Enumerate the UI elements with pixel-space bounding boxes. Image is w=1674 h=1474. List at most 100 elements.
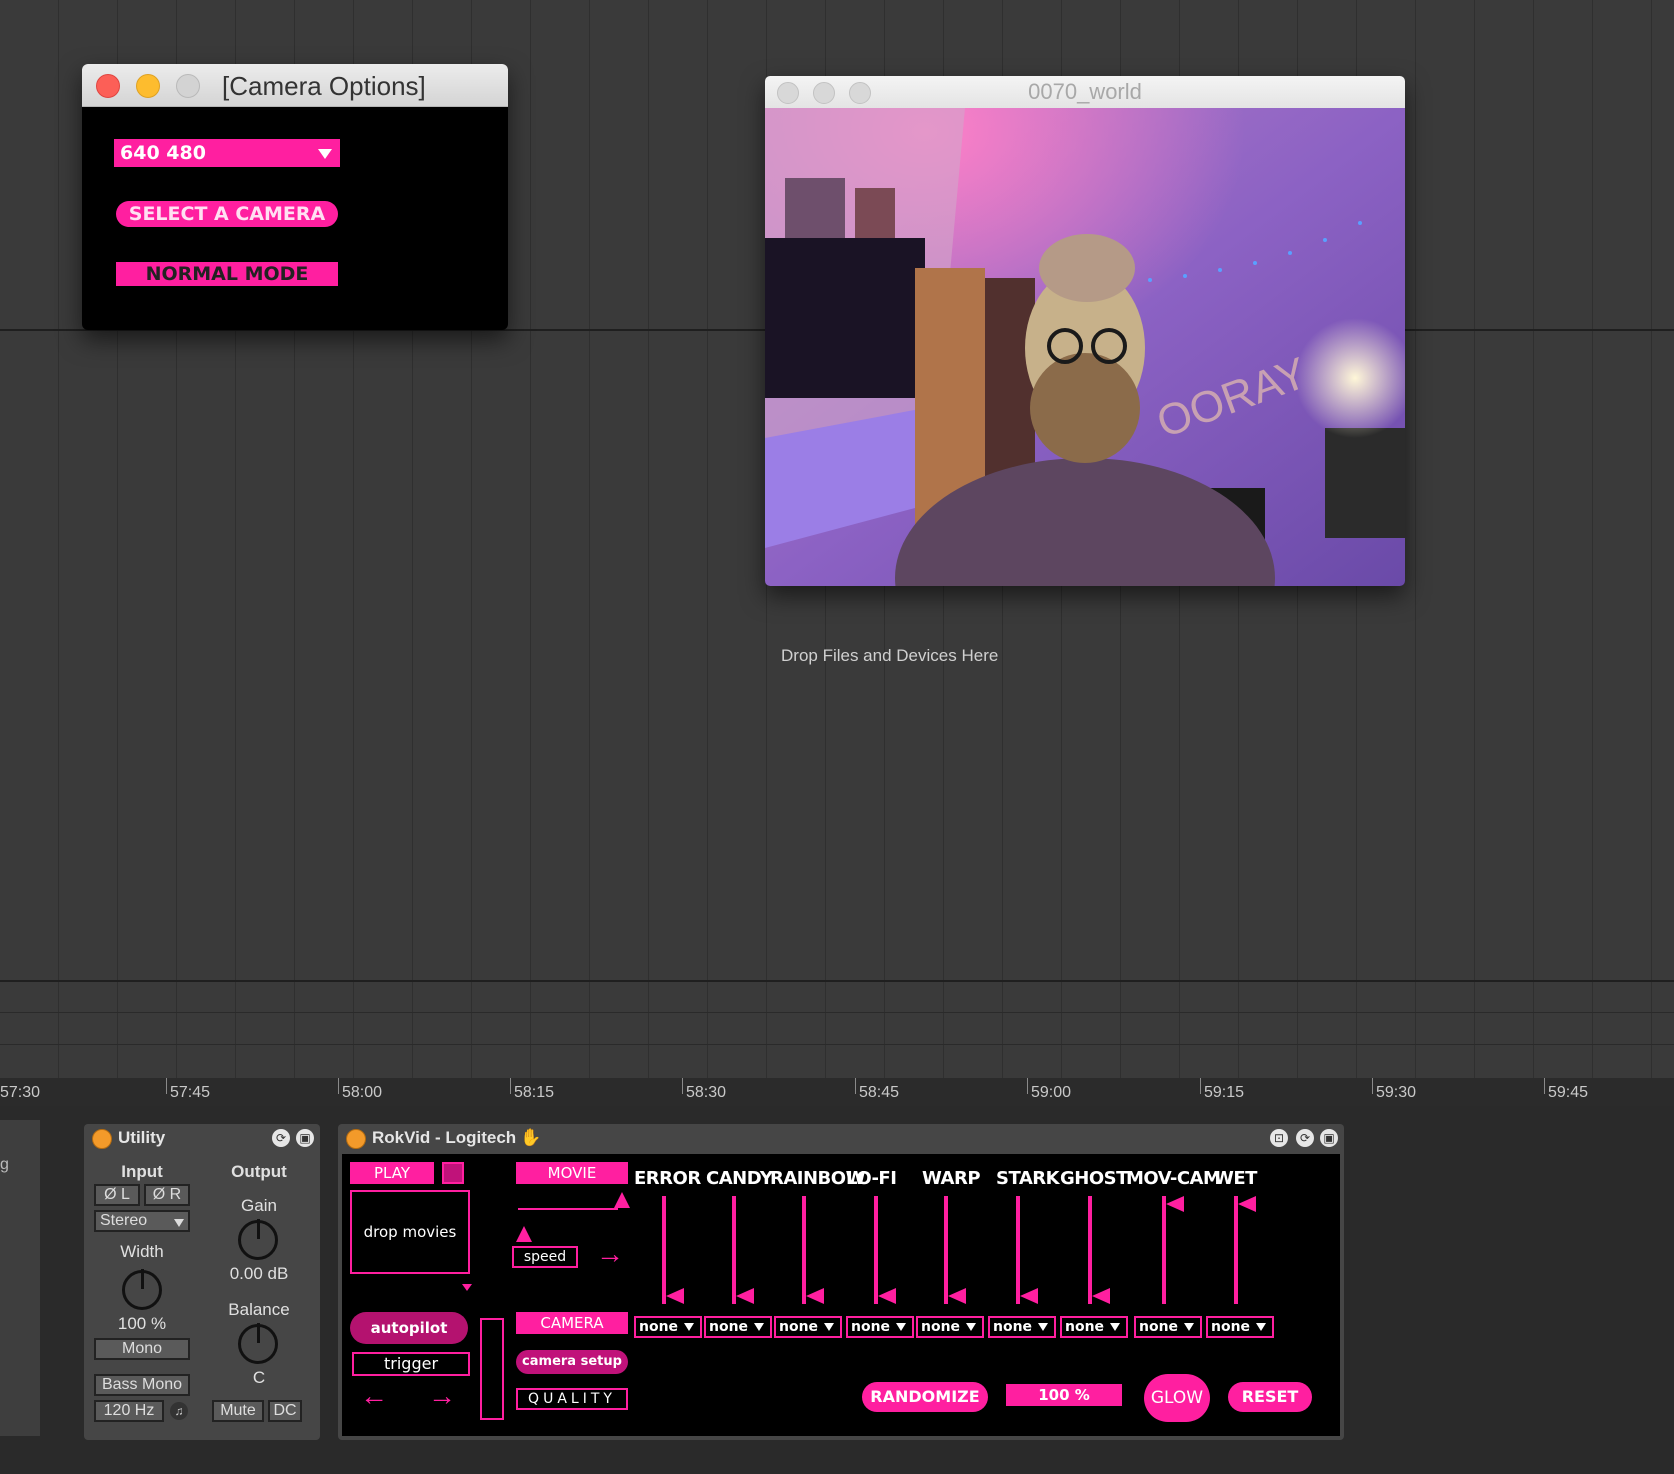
mute-toggle[interactable]: Mute xyxy=(212,1400,264,1422)
stop-button[interactable] xyxy=(442,1162,464,1184)
gain-knob[interactable] xyxy=(238,1219,278,1260)
effect-mod-dropdown[interactable]: none xyxy=(634,1316,702,1338)
autopilot-button[interactable]: autopilot xyxy=(350,1312,468,1344)
slider-handle-icon[interactable] xyxy=(736,1288,754,1304)
chevron-down-icon[interactable] xyxy=(462,1284,472,1291)
channel-mode-dropdown[interactable]: Stereo xyxy=(94,1210,190,1232)
device-on-toggle[interactable] xyxy=(346,1129,366,1149)
width-label: Width xyxy=(120,1242,164,1261)
randomize-button[interactable]: RANDOMIZE xyxy=(862,1382,988,1412)
chevron-down-icon xyxy=(174,1219,184,1227)
effect-slider[interactable] xyxy=(1088,1196,1118,1304)
device-on-toggle[interactable] xyxy=(92,1129,112,1149)
ruler-label: 59:00 xyxy=(1031,1084,1072,1101)
ruler-tick xyxy=(682,1078,683,1094)
effect-mod-dropdown[interactable]: none xyxy=(774,1316,842,1338)
effect-slider[interactable] xyxy=(802,1196,832,1304)
select-camera-button[interactable]: SELECT A CAMERA xyxy=(116,201,338,227)
save-preset-icon[interactable]: ▣ xyxy=(1320,1129,1338,1147)
effect-slider[interactable] xyxy=(944,1196,974,1304)
phase-left-toggle[interactable]: Ø L xyxy=(94,1184,140,1206)
play-button[interactable]: PLAY xyxy=(350,1162,434,1184)
effect-label: WARP xyxy=(922,1168,981,1189)
reset-button[interactable]: RESET xyxy=(1228,1382,1312,1412)
phase-right-toggle[interactable]: Ø R xyxy=(144,1184,190,1206)
effect-mod-dropdown[interactable]: none xyxy=(1206,1316,1274,1338)
mix-amount-slider[interactable]: 100 % xyxy=(1006,1384,1122,1406)
fader-slider[interactable] xyxy=(480,1318,504,1420)
normal-mode-button[interactable]: NORMAL MODE xyxy=(116,262,338,286)
previous-device[interactable]: g xyxy=(0,1120,40,1436)
resolution-dropdown[interactable]: 640 480 xyxy=(114,139,340,167)
expand-icon[interactable]: ⊡ xyxy=(1270,1129,1288,1147)
bass-freq-field[interactable]: 120 Hz xyxy=(94,1400,164,1422)
minimize-icon[interactable] xyxy=(136,74,160,98)
gain-label: Gain xyxy=(241,1196,277,1215)
slider-handle-icon[interactable] xyxy=(666,1288,684,1304)
ruler-tick xyxy=(338,1078,339,1094)
dc-toggle[interactable]: DC xyxy=(268,1400,302,1422)
effect-slider[interactable] xyxy=(1162,1196,1192,1304)
chevron-down-icon xyxy=(1256,1323,1266,1331)
timeline-ruler[interactable]: 57:30 57:45 58:00 58:15 58:30 58:45 59:0… xyxy=(0,1078,1674,1106)
window-titlebar[interactable]: 0070_world xyxy=(765,76,1405,109)
quality-button[interactable]: QUALITY xyxy=(516,1388,628,1410)
slider-handle-icon[interactable] xyxy=(1166,1196,1184,1212)
effect-mod-value: none xyxy=(639,1319,679,1335)
hot-swap-icon[interactable]: ⟳ xyxy=(1296,1129,1314,1147)
bass-mono-toggle[interactable]: Bass Mono xyxy=(94,1374,190,1396)
slider-handle-icon[interactable] xyxy=(948,1288,966,1304)
arrow-right-icon[interactable]: → xyxy=(428,1380,456,1412)
effect-slider[interactable] xyxy=(874,1196,904,1304)
slider-handle-icon[interactable] xyxy=(1238,1196,1256,1212)
effect-slider[interactable] xyxy=(1016,1196,1046,1304)
device-header[interactable]: Utility ⟳ ▣ xyxy=(84,1124,320,1152)
slider-handle-icon[interactable] xyxy=(878,1288,896,1304)
device-header[interactable]: RokVid - Logitech ✋ ⊡ ⟳ ▣ xyxy=(338,1124,1344,1152)
window-titlebar[interactable]: [Camera Options] xyxy=(82,64,508,107)
drop-movies-zone[interactable]: drop movies xyxy=(350,1190,470,1274)
effect-mod-value: none xyxy=(851,1319,891,1335)
save-preset-icon[interactable]: ▣ xyxy=(296,1129,314,1147)
effect-mod-dropdown[interactable]: none xyxy=(1134,1316,1202,1338)
effect-slider[interactable] xyxy=(1234,1196,1264,1304)
effect-label: STARK xyxy=(996,1168,1060,1189)
balance-knob[interactable] xyxy=(238,1323,278,1364)
effect-label: GHOST xyxy=(1060,1168,1128,1189)
effect-mod-value: none xyxy=(993,1319,1033,1335)
slider-handle-icon[interactable] xyxy=(1092,1288,1110,1304)
effect-mod-value: none xyxy=(1139,1319,1179,1335)
camera-button[interactable]: CAMERA xyxy=(516,1312,628,1334)
effect-mod-dropdown[interactable]: none xyxy=(704,1316,772,1338)
device-title: Utility xyxy=(118,1128,166,1147)
width-value: 100 % xyxy=(117,1314,167,1333)
mono-toggle[interactable]: Mono xyxy=(94,1338,190,1360)
arrow-right-icon[interactable]: → xyxy=(596,1238,624,1270)
speed-slider[interactable]: speed xyxy=(512,1246,578,1268)
camera-setup-button[interactable]: camera setup xyxy=(516,1350,628,1374)
close-icon[interactable] xyxy=(96,74,120,98)
trigger-button[interactable]: trigger xyxy=(352,1352,470,1376)
width-knob[interactable] xyxy=(122,1269,162,1310)
hot-swap-icon[interactable]: ⟳ xyxy=(272,1129,290,1147)
slider-handle-icon[interactable] xyxy=(614,1192,630,1208)
slider-handle-icon[interactable] xyxy=(806,1288,824,1304)
ruler-tick xyxy=(510,1078,511,1094)
arrow-left-icon[interactable]: ← xyxy=(360,1380,388,1412)
effect-mod-dropdown[interactable]: none xyxy=(916,1316,984,1338)
speed-label: speed xyxy=(523,1249,567,1265)
headphones-icon[interactable]: ♫ xyxy=(170,1402,188,1420)
movie-button[interactable]: MOVIE xyxy=(516,1162,628,1184)
slider-handle-icon[interactable] xyxy=(516,1226,532,1242)
zoom-icon[interactable] xyxy=(176,74,200,98)
effect-mod-value: none xyxy=(1211,1319,1251,1335)
effect-mod-dropdown[interactable]: none xyxy=(988,1316,1056,1338)
movie-position-slider[interactable] xyxy=(518,1208,618,1210)
effect-slider[interactable] xyxy=(732,1196,762,1304)
track-divider xyxy=(0,980,1674,982)
glow-button[interactable]: GLOW xyxy=(1144,1374,1210,1422)
slider-handle-icon[interactable] xyxy=(1020,1288,1038,1304)
effect-mod-dropdown[interactable]: none xyxy=(1060,1316,1128,1338)
effect-mod-dropdown[interactable]: none xyxy=(846,1316,914,1338)
effect-slider[interactable] xyxy=(662,1196,692,1304)
